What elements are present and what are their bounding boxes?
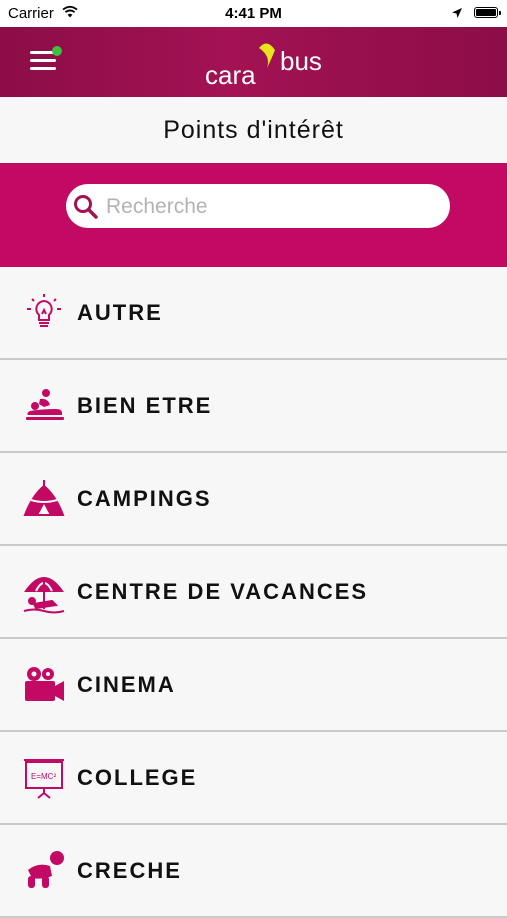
list-item-label: AUTRE (77, 300, 163, 325)
top-navigation-bar: cara bus (0, 27, 507, 97)
lightbulb-icon (22, 292, 66, 336)
movie-camera-icon (22, 664, 66, 708)
clock-time: 4:41 PM (225, 5, 282, 22)
list-item-creche[interactable]: CRECHE (0, 825, 507, 918)
battery-icon (474, 7, 501, 18)
logo-text-bus: bus (280, 46, 322, 76)
menu-line-icon (30, 67, 56, 70)
beach-umbrella-icon (22, 571, 66, 615)
list-item-autre[interactable]: AUTRE (0, 267, 507, 360)
list-item-label: CENTRE DE VACANCES (77, 579, 369, 604)
category-list: AUTRE BIEN ETRE CAMPINGS CENTRE DE VACAN… (0, 267, 507, 918)
list-item-label: CRECHE (77, 858, 182, 883)
hamburger-menu-button[interactable] (30, 46, 62, 73)
carabus-logo: cara bus (205, 40, 335, 90)
status-bar: Carrier 4:41 PM (0, 0, 507, 27)
list-item-label: CAMPINGS (77, 486, 212, 511)
baby-crawling-icon (22, 850, 66, 894)
list-item-cinema[interactable]: CINEMA (0, 639, 507, 732)
list-item-label: BIEN ETRE (77, 393, 213, 418)
list-item-label: CINEMA (77, 672, 176, 697)
search-icon (72, 193, 100, 226)
list-item-college[interactable]: E=MC² COLLEGE (0, 732, 507, 825)
search-band (0, 163, 507, 267)
menu-line-icon (30, 59, 56, 62)
logo-text-cara: cara (205, 60, 256, 88)
notification-dot (52, 46, 62, 56)
svg-text:E=MC²: E=MC² (31, 772, 56, 781)
blackboard-icon: E=MC² (22, 757, 66, 801)
list-item-centre-de-vacances[interactable]: CENTRE DE VACANCES (0, 546, 507, 639)
tent-icon (22, 478, 66, 522)
page-title: Points d'intérêt (0, 97, 507, 163)
list-item-label: COLLEGE (77, 765, 198, 790)
list-item-campings[interactable]: CAMPINGS (0, 453, 507, 546)
search-box[interactable] (66, 184, 450, 230)
list-item-bien-etre[interactable]: BIEN ETRE (0, 360, 507, 453)
search-input[interactable] (104, 184, 438, 230)
location-arrow-icon (451, 6, 463, 23)
massage-icon (22, 385, 66, 429)
